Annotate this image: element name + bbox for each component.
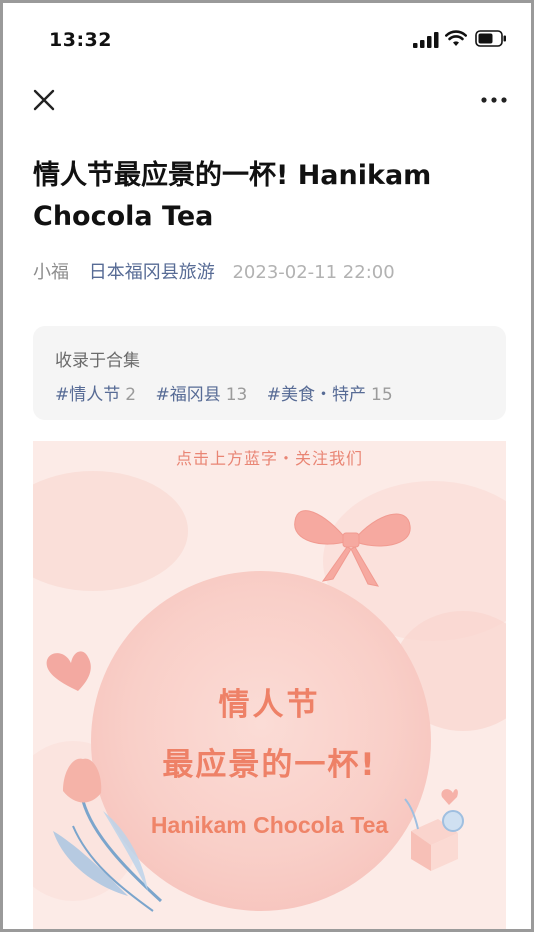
phone-screen: 13:32 情人节最应景的一杯! Hanikam Chocola Tea 小福 … — [0, 0, 534, 932]
tag-valentines[interactable]: #情人节 2 — [55, 385, 136, 405]
signal-icon — [413, 32, 439, 48]
article-title: 情人节最应景的一杯! Hanikam Chocola Tea — [33, 160, 432, 232]
tag-label: #福冈县 — [155, 385, 221, 405]
tag-count: 2 — [125, 385, 137, 405]
battery-icon — [475, 30, 506, 47]
tag-label: #美食・特产 — [266, 385, 367, 405]
tag-count: 15 — [371, 385, 393, 405]
follow-prompt: 点击上方蓝字・关注我们 — [175, 449, 363, 468]
wifi-icon — [445, 30, 467, 46]
tag-label: #情人节 — [55, 385, 121, 405]
article-author: 小福 — [33, 262, 69, 283]
publish-date: 2023-02-11 22:00 — [232, 262, 395, 283]
banner-headline-1: 情人节 — [218, 687, 321, 723]
collection-box: 收录于合集 #情人节 2 #福冈县 13 #美食・特产 15 — [33, 326, 506, 420]
status-time: 13:32 — [49, 29, 112, 51]
status-bar: 13:32 — [3, 3, 531, 75]
tag-fukuoka[interactable]: #福冈县 13 — [155, 385, 247, 405]
close-icon[interactable] — [31, 87, 57, 113]
account-link[interactable]: 日本福冈县旅游 — [89, 262, 215, 283]
banner-headline-2: 最应景的一杯! — [162, 747, 377, 783]
collection-title: 收录于合集 — [55, 351, 140, 371]
article-banner-image: 点击上方蓝字・关注我们 情人节 最应景的一杯! Hanikam Chocola … — [33, 441, 506, 929]
tag-food[interactable]: #美食・特产 15 — [267, 385, 393, 405]
collection-tags: #情人节 2 #福冈县 13 #美食・特产 15 — [55, 380, 407, 405]
article-meta: 小福 日本福冈县旅游 2023-02-11 22:00 — [33, 258, 395, 284]
banner-subtitle: Hanikam Chocola Tea — [150, 812, 389, 838]
more-icon[interactable] — [479, 91, 509, 109]
tag-count: 13 — [225, 385, 248, 405]
